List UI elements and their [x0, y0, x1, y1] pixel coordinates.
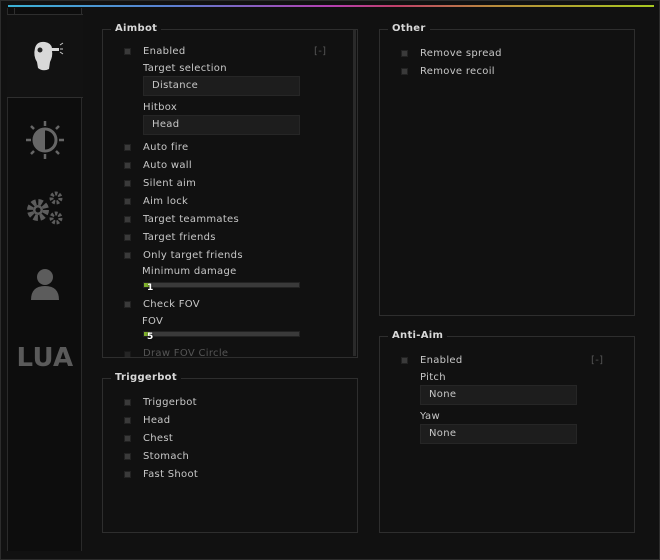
rainbow-accent-bar — [8, 5, 654, 7]
fov-slider[interactable] — [143, 331, 300, 337]
hitbox-dropdown[interactable]: Head — [143, 115, 300, 135]
antiaim-title: Anti-Aim — [388, 330, 448, 341]
min-damage-label: Minimum damage — [142, 266, 237, 277]
aimbot-title: Aimbot — [111, 23, 162, 34]
option-checkbox[interactable] — [401, 50, 408, 57]
triggerbot-group: Triggerbot — [102, 372, 358, 533]
tab-misc[interactable] — [8, 166, 82, 250]
draw-fov-checkbox[interactable] — [124, 351, 131, 357]
option-label: Target teammates — [143, 214, 240, 225]
option-checkbox[interactable] — [124, 198, 131, 205]
visuals-contrast-icon — [26, 121, 64, 159]
yaw-dropdown[interactable]: None — [420, 424, 577, 444]
pitch-dropdown[interactable]: None — [420, 385, 577, 405]
option-label: Stomach — [143, 451, 190, 462]
min-damage-value: 1 — [147, 283, 154, 293]
check-fov-label: Check FOV — [143, 299, 200, 310]
option-label: Remove spread — [420, 48, 502, 59]
option-label: Head — [143, 415, 171, 426]
tab-aimbot[interactable] — [7, 14, 83, 98]
tab-lua[interactable]: LUA — [8, 316, 82, 400]
antiaim-collapse-button[interactable]: [-] — [591, 355, 603, 366]
option-checkbox[interactable] — [124, 453, 131, 460]
option-label: Aim lock — [143, 196, 189, 207]
option-checkbox[interactable] — [124, 234, 131, 241]
option-checkbox[interactable] — [124, 162, 131, 169]
main-window: LUA Aimbot Enabled [-] Target selection … — [0, 0, 660, 560]
enabled-checkbox[interactable] — [124, 48, 131, 55]
option-label: Triggerbot — [143, 397, 197, 408]
option-label: Auto wall — [143, 160, 192, 171]
sidebar: LUA — [7, 8, 83, 551]
option-checkbox[interactable] — [124, 180, 131, 187]
target-selection-label: Target selection — [143, 63, 227, 74]
option-label: Only target friends — [143, 250, 243, 261]
option-label: Remove recoil — [420, 66, 495, 77]
other-group: Other — [379, 23, 635, 316]
check-fov-checkbox[interactable] — [124, 301, 131, 308]
aimbot-scrollbar[interactable] — [353, 30, 356, 356]
option-checkbox[interactable] — [124, 399, 131, 406]
option-checkbox[interactable] — [124, 216, 131, 223]
option-label: Silent aim — [143, 178, 197, 189]
option-label: Fast Shoot — [143, 469, 199, 480]
user-icon — [31, 269, 59, 300]
option-label: Auto fire — [143, 142, 189, 153]
target-selection-dropdown[interactable]: Distance — [143, 76, 300, 96]
option-checkbox[interactable] — [124, 435, 131, 442]
option-checkbox[interactable] — [124, 144, 131, 151]
triggerbot-title: Triggerbot — [111, 372, 181, 383]
option-label: Chest — [143, 433, 174, 444]
enabled-label: Enabled — [143, 46, 186, 57]
pitch-label: Pitch — [420, 372, 446, 383]
option-checkbox[interactable] — [401, 68, 408, 75]
other-title: Other — [388, 23, 430, 34]
min-damage-slider[interactable] — [143, 282, 300, 288]
fov-label: FOV — [142, 316, 164, 327]
option-label: Target friends — [143, 232, 216, 243]
tab-players[interactable] — [8, 242, 82, 326]
antiaim-enabled-label: Enabled — [420, 355, 463, 366]
hitbox-label: Hitbox — [143, 102, 178, 113]
collapse-button[interactable]: [-] — [314, 46, 326, 57]
draw-fov-label: Draw FOV Circle — [143, 348, 229, 357]
tab-lua-label: LUA — [16, 343, 74, 373]
aimbot-head-icon — [34, 41, 64, 71]
yaw-label: Yaw — [420, 411, 440, 422]
draw-fov-row: Draw FOV Circle — [103, 346, 353, 357]
option-checkbox[interactable] — [124, 471, 131, 478]
misc-gears-icon — [27, 191, 63, 225]
option-checkbox[interactable] — [124, 252, 131, 259]
antiaim-enabled-checkbox[interactable] — [401, 357, 408, 364]
fov-value: 5 — [147, 332, 154, 342]
option-checkbox[interactable] — [124, 417, 131, 424]
